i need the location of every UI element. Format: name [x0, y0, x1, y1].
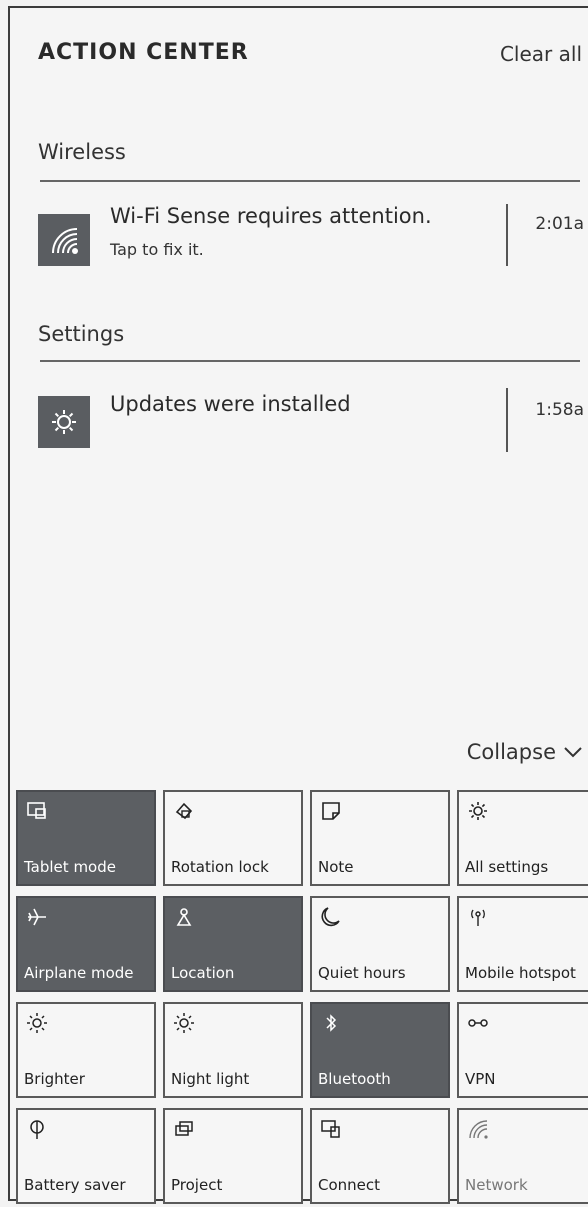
tile-rotation-lock[interactable]: Rotation lock [163, 790, 303, 886]
tile-label: Location [171, 964, 235, 982]
action-center-title: ACTION CENTER [38, 40, 249, 65]
vpn-icon [467, 1012, 489, 1034]
tile-label: Note [318, 858, 354, 876]
tile-tablet-mode[interactable]: Tablet mode [16, 790, 156, 886]
tile-label: Mobile hotspot [465, 964, 576, 982]
notification-time: 1:58a [535, 400, 584, 420]
tile-battery-saver[interactable]: Battery saver [16, 1108, 156, 1204]
gear-icon [38, 396, 90, 448]
collapse-label: Collapse [466, 740, 556, 764]
tile-label: VPN [465, 1070, 496, 1088]
battery-saver-icon [26, 1118, 48, 1140]
network-icon [467, 1118, 489, 1140]
tile-all-settings[interactable]: All settings [457, 790, 588, 886]
hotspot-icon [467, 906, 489, 928]
tile-label: All settings [465, 858, 549, 876]
tile-label: Quiet hours [318, 964, 406, 982]
chevron-down-icon [564, 746, 582, 758]
tablet-mode-icon [26, 800, 48, 822]
brightness-icon [26, 1012, 48, 1034]
notification-subtitle: Tap to fix it. [110, 240, 204, 259]
tile-bluetooth[interactable]: Bluetooth [310, 1002, 450, 1098]
tile-vpn[interactable]: VPN [457, 1002, 588, 1098]
bluetooth-icon [320, 1012, 342, 1034]
location-icon [173, 906, 195, 928]
tile-brighter[interactable]: Brighter [16, 1002, 156, 1098]
tile-label: Tablet mode [24, 858, 116, 876]
tile-label: Project [171, 1176, 223, 1194]
notification-separator [506, 204, 508, 266]
tile-label: Connect [318, 1176, 381, 1194]
group-divider [40, 360, 580, 362]
tile-label: Airplane mode [24, 964, 134, 982]
tile-note[interactable]: Note [310, 790, 450, 886]
tile-project[interactable]: Project [163, 1108, 303, 1204]
notification-separator [506, 388, 508, 452]
rotation-lock-icon [173, 800, 195, 822]
notification-title: Wi-Fi Sense requires attention. [110, 204, 432, 228]
wifi-sense-icon [38, 214, 90, 266]
collapse-button[interactable]: Collapse [467, 740, 582, 764]
clear-all-button[interactable]: Clear all [500, 42, 582, 66]
notification-time: 2:01a [535, 214, 584, 234]
moon-icon [320, 906, 342, 928]
group-title-wireless: Wireless [38, 140, 126, 164]
gear-icon [467, 800, 489, 822]
connect-icon [320, 1118, 342, 1140]
tile-label: Network [465, 1176, 528, 1194]
tile-location[interactable]: Location [163, 896, 303, 992]
tile-network[interactable]: Network [457, 1108, 588, 1204]
quick-actions-grid: Tablet mode Rotation lock Note All setti… [16, 790, 588, 1204]
tile-label: Bluetooth [318, 1070, 391, 1088]
tile-label: Brighter [24, 1070, 85, 1088]
tile-label: Night light [171, 1070, 250, 1088]
tile-label: Rotation lock [171, 858, 269, 876]
note-icon [320, 800, 342, 822]
notification-title: Updates were installed [110, 392, 351, 416]
tile-quiet-hours[interactable]: Quiet hours [310, 896, 450, 992]
airplane-icon [26, 906, 48, 928]
tile-mobile-hotspot[interactable]: Mobile hotspot [457, 896, 588, 992]
tile-connect[interactable]: Connect [310, 1108, 450, 1204]
group-title-settings: Settings [38, 322, 125, 346]
night-light-icon [173, 1012, 195, 1034]
tile-night-light[interactable]: Night light [163, 1002, 303, 1098]
group-divider [40, 180, 580, 182]
tile-airplane-mode[interactable]: Airplane mode [16, 896, 156, 992]
notification-wifi-sense[interactable]: Wi-Fi Sense requires attention. Tap to f… [38, 204, 588, 284]
notification-updates[interactable]: Updates were installed 1:58a [38, 388, 588, 468]
project-icon [173, 1118, 195, 1140]
tile-label: Battery saver [24, 1176, 126, 1194]
